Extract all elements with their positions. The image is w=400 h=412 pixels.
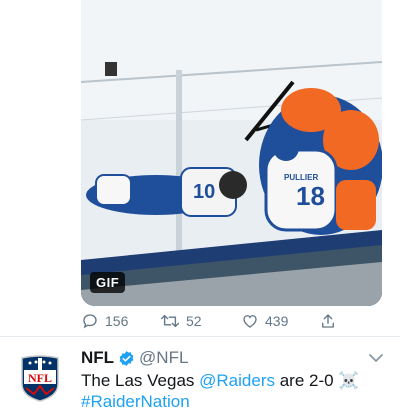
retweet-count: 52: [186, 313, 202, 329]
share-button[interactable]: [319, 306, 343, 336]
author-handle[interactable]: @NFL: [139, 348, 188, 368]
hashtag-link[interactable]: #RaiderNation: [81, 392, 190, 412]
nfl-shield-logo: NFL: [21, 355, 59, 402]
chevron-down-icon: [369, 354, 383, 362]
like-count: 439: [265, 313, 289, 329]
nfl-logo-text: NFL: [28, 371, 52, 385]
tweet-text-prefix: The Las Vegas: [81, 371, 200, 390]
nfl-avatar[interactable]: NFL: [18, 354, 62, 402]
tweet-media-gif[interactable]: 10 18 PULLIER: [81, 0, 382, 306]
verified-badge-icon: [119, 350, 134, 366]
heart-icon: [243, 315, 257, 328]
tweet-text-suffix: are 2-0 ☠️: [274, 371, 360, 390]
tweet-author-line: NFL @NFL: [81, 348, 188, 368]
retweet-button[interactable]: 52: [160, 306, 202, 336]
reply-icon: [83, 314, 97, 329]
tweet-text: The Las Vegas @Raiders are 2-0 ☠️: [81, 371, 359, 391]
goalie-jersey-number: 10: [193, 181, 215, 203]
mention-link[interactable]: @Raiders: [199, 371, 275, 390]
reply-count: 156: [105, 313, 129, 329]
like-button[interactable]: 439: [241, 306, 288, 336]
reply-button[interactable]: 156: [81, 306, 128, 336]
share-icon: [322, 314, 334, 328]
author-name[interactable]: NFL: [81, 348, 114, 368]
tweet-nfl[interactable]: NFL NFL @NFL The Las Vegas @Raiders are …: [0, 337, 400, 411]
retweet-icon: [160, 314, 180, 328]
player-jersey-name: PULLIER: [284, 173, 318, 182]
player-jersey-number: 18: [296, 181, 325, 211]
hockey-scene-image: 10 18 PULLIER: [81, 0, 382, 306]
tweet-menu-button[interactable]: [368, 351, 384, 369]
gif-badge: GIF: [90, 272, 126, 293]
tweet-action-bar: 156 52 439: [0, 306, 400, 336]
